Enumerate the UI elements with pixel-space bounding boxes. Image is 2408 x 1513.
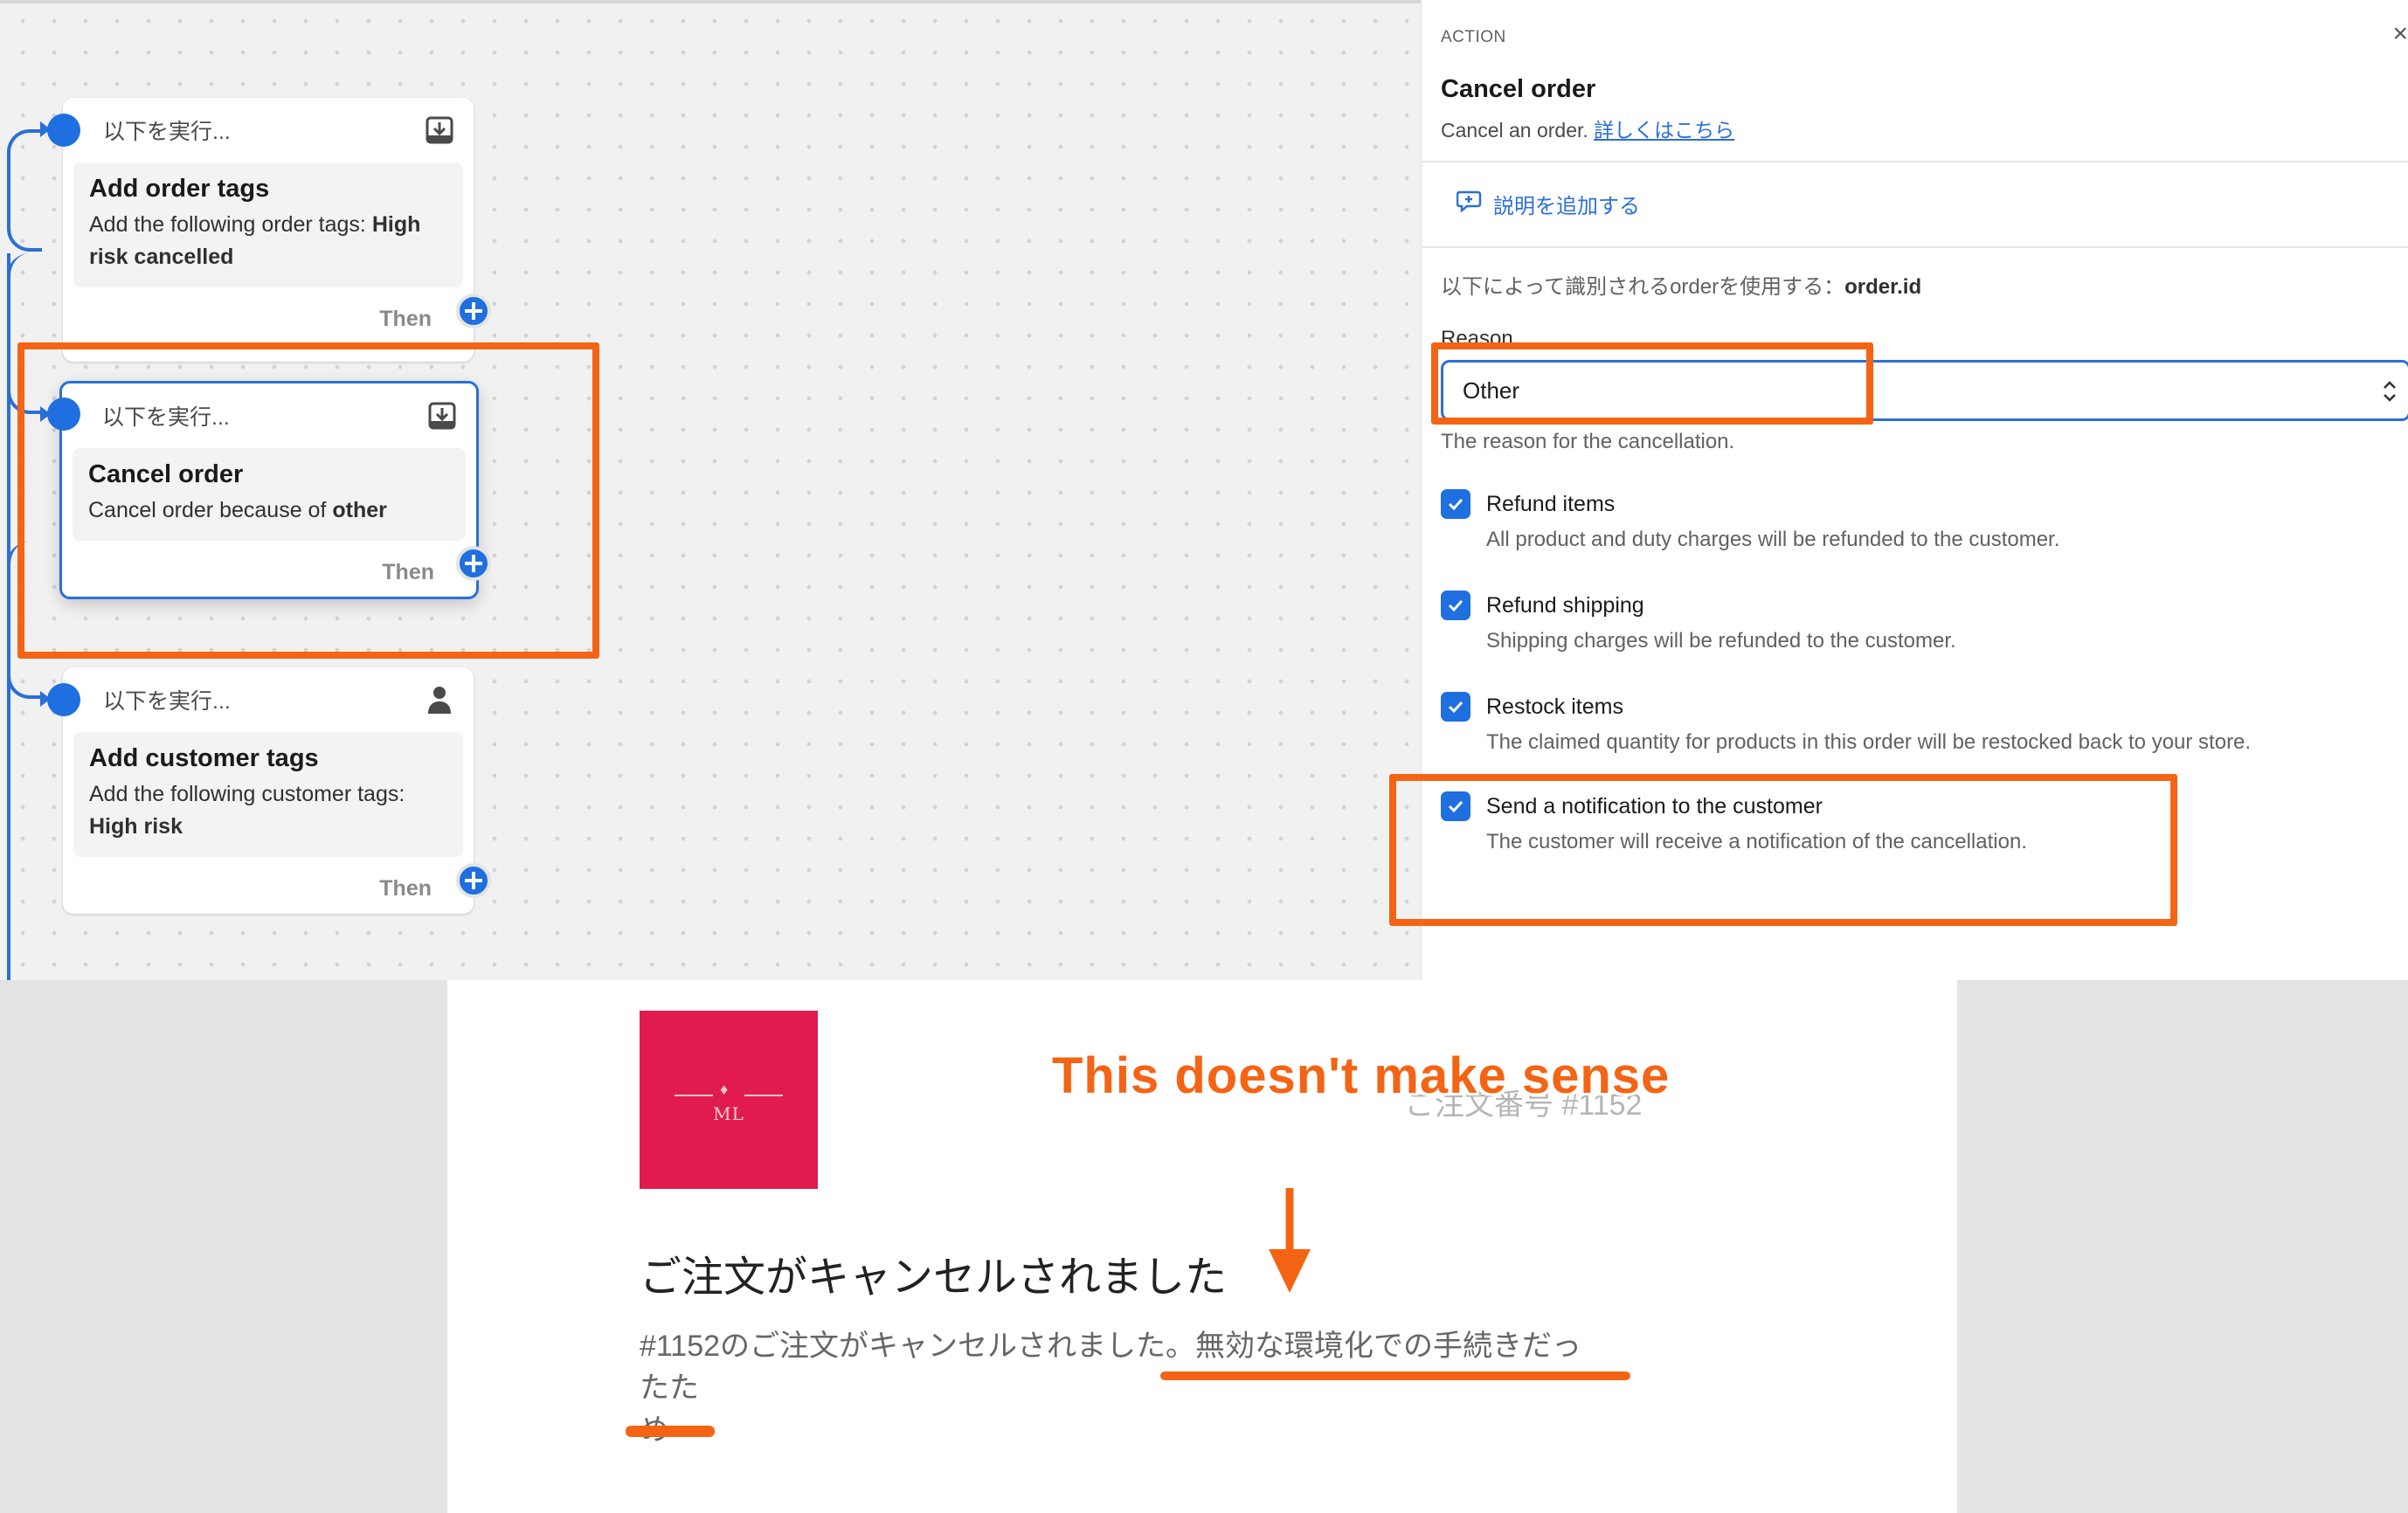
- node-description: Add the following order tags: High risk …: [89, 209, 447, 273]
- node-title: Add customer tags: [89, 744, 319, 772]
- checkbox-help: The claimed quantity for products in thi…: [1486, 730, 2252, 754]
- connector-branch-1: [7, 129, 42, 252]
- checkbox-checked[interactable]: [1441, 489, 1470, 519]
- identifier-value: order.id: [1844, 275, 1922, 299]
- store-logo: ♦ ML: [640, 1011, 818, 1189]
- node-description: Add the following customer tags: High ri…: [89, 778, 447, 843]
- node-input-handle[interactable]: [47, 683, 80, 716]
- refund-shipping-checkbox-row[interactable]: Refund shipping Shipping charges will be…: [1441, 591, 1956, 653]
- checkbox-text: Refund items All product and duty charge…: [1486, 489, 2059, 552]
- panel-subtitle-text: Cancel an order.: [1441, 119, 1595, 142]
- identifier-prefix: 以下によって識別されるorderを使用する：: [1441, 275, 1845, 299]
- highlight-box-notification: [1389, 774, 2177, 926]
- add-step-button[interactable]: [456, 294, 491, 328]
- close-icon[interactable]: ×: [2392, 19, 2408, 49]
- panel-title: Cancel order: [1441, 75, 1596, 103]
- logo-line-right: [744, 1095, 783, 1096]
- checkbox-text: Refund shipping Shipping charges will be…: [1486, 591, 1956, 653]
- divider: [1422, 161, 2408, 162]
- email-body: #1152のご注文がキャンセルされました。無効な環境化での手続きだったた め: [640, 1325, 1601, 1451]
- screenshot-root: 以下を実行... Add order tags Add the followin…: [0, 0, 2408, 1513]
- arrow-down-icon: [1263, 1185, 1316, 1301]
- download-icon: [425, 115, 454, 145]
- checkbox-label: Restock items: [1486, 694, 1623, 719]
- person-icon: [425, 685, 454, 715]
- refund-items-checkbox-row[interactable]: Refund items All product and duty charge…: [1441, 489, 2059, 552]
- node-header-label: 以下を実行...: [103, 120, 231, 144]
- learn-more-link[interactable]: 詳しくはこちら: [1594, 119, 1734, 142]
- reason-help-text: The reason for the cancellation.: [1441, 430, 1735, 453]
- checkbox-text: Restock items The claimed quantity for p…: [1486, 692, 2251, 755]
- checkbox-help: All product and duty charges will be ref…: [1486, 528, 2060, 551]
- action-node-add-order-tags[interactable]: 以下を実行... Add order tags Add the followin…: [63, 98, 474, 362]
- annotation-underline: [626, 1426, 715, 1437]
- comment-add-icon: [1456, 189, 1483, 219]
- action-node-add-customer-tags[interactable]: 以下を実行... Add customer tags Add the follo…: [63, 667, 474, 914]
- node-desc-text: Add the following customer tags:: [89, 782, 405, 806]
- checkbox-help: Shipping charges will be refunded to the…: [1486, 629, 1956, 653]
- node-body: Add customer tags Add the following cust…: [73, 732, 463, 857]
- restock-items-checkbox-row[interactable]: Restock items The claimed quantity for p…: [1441, 692, 2251, 755]
- order-identifier: 以下によって識別されるorderを使用する：order.id: [1441, 269, 1921, 300]
- chevron-up-down-icon: [2380, 378, 2399, 411]
- diamond-icon: ♦: [720, 1081, 729, 1098]
- then-label: Then: [379, 306, 432, 331]
- node-footer: Then: [63, 287, 474, 350]
- email-heading: ご注文がキャンセルされました: [640, 1254, 1228, 1301]
- canvas-top-border: [0, 0, 1421, 3]
- node-desc-value: High risk: [89, 814, 183, 839]
- annotation-underline: [1160, 1371, 1630, 1380]
- logo-line-left: [675, 1095, 713, 1096]
- email-body-line-2: め: [640, 1409, 1601, 1451]
- highlight-box-canvas-node: [17, 342, 599, 659]
- add-description-label: 説明を追加する: [1493, 195, 1640, 218]
- checkbox-checked[interactable]: [1441, 692, 1470, 722]
- workflow-canvas[interactable]: 以下を実行... Add order tags Add the followin…: [0, 0, 1421, 980]
- add-description-button[interactable]: 説明を追加する: [1456, 189, 1640, 219]
- node-header: 以下を実行...: [63, 667, 474, 732]
- node-header-label: 以下を実行...: [103, 689, 231, 714]
- checkbox-label: Refund items: [1486, 492, 1616, 516]
- checkbox-checked[interactable]: [1441, 591, 1470, 620]
- checkbox-label: Refund shipping: [1486, 593, 1644, 618]
- annotation-text: This doesn't make sense: [1052, 1047, 1671, 1104]
- panel-subtitle: Cancel an order. 詳しくはこちら: [1441, 114, 1734, 143]
- logo-text: ML: [713, 1103, 744, 1124]
- node-body: Add order tags Add the following order t…: [73, 162, 463, 287]
- node-title: Add order tags: [89, 175, 270, 203]
- divider: [1422, 246, 2408, 248]
- node-desc-text: Add the following order tags:: [89, 212, 372, 237]
- add-step-button[interactable]: [456, 863, 491, 898]
- node-input-handle[interactable]: [47, 114, 80, 147]
- email-body-line-1: #1152のご注文がキャンセルされました。無効な環境化での手続きだったた: [640, 1330, 1582, 1405]
- node-header: 以下を実行...: [63, 98, 474, 162]
- node-footer: Then: [63, 857, 474, 920]
- then-label: Then: [379, 875, 432, 901]
- highlight-box-reason: [1431, 342, 1873, 425]
- panel-section-label: ACTION: [1441, 28, 1506, 46]
